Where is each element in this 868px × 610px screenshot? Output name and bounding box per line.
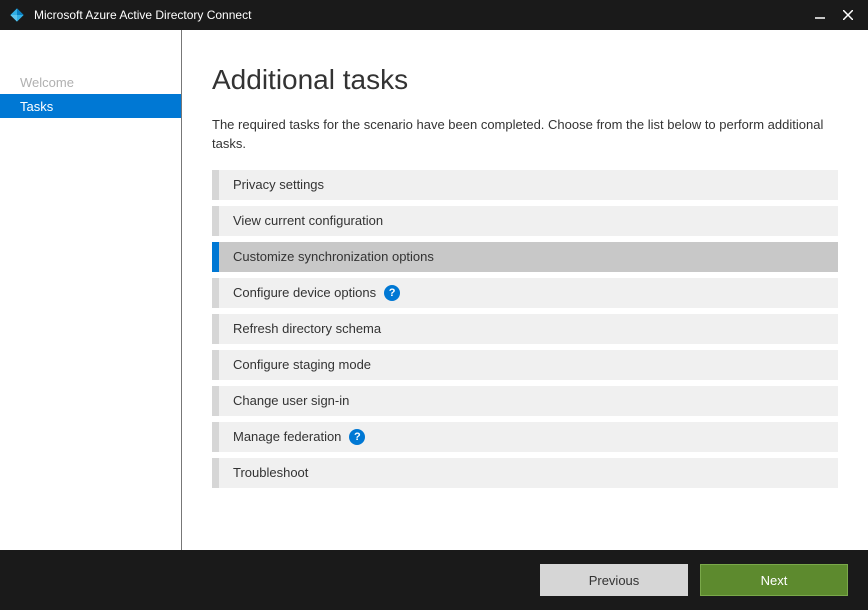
task-item[interactable]: Troubleshoot — [212, 458, 838, 488]
task-accent — [212, 278, 219, 308]
page-description: The required tasks for the scenario have… — [212, 116, 838, 154]
task-item[interactable]: Refresh directory schema — [212, 314, 838, 344]
task-accent — [212, 386, 219, 416]
close-button[interactable] — [834, 0, 862, 30]
page-title: Additional tasks — [212, 64, 838, 96]
task-label: Privacy settings — [233, 177, 324, 192]
task-accent — [212, 458, 219, 488]
titlebar: Microsoft Azure Active Directory Connect — [0, 0, 868, 30]
task-label: Configure staging mode — [233, 357, 371, 372]
app-window: Microsoft Azure Active Directory Connect… — [0, 0, 868, 610]
wizard-sidebar: Welcome Tasks — [0, 30, 182, 550]
help-icon[interactable]: ? — [384, 285, 400, 301]
task-label: Refresh directory schema — [233, 321, 381, 336]
task-item[interactable]: Change user sign-in — [212, 386, 838, 416]
task-item[interactable]: Manage federation? — [212, 422, 838, 452]
task-label: Customize synchronization options — [233, 249, 434, 264]
sidebar-item-label: Welcome — [20, 75, 74, 90]
task-item[interactable]: Configure staging mode — [212, 350, 838, 380]
window-title: Microsoft Azure Active Directory Connect — [34, 8, 806, 22]
task-item[interactable]: Configure device options? — [212, 278, 838, 308]
task-label: Manage federation — [233, 429, 341, 444]
sidebar-item-tasks[interactable]: Tasks — [0, 94, 181, 118]
wizard-footer: Previous Next — [0, 550, 868, 610]
azure-logo-icon — [8, 6, 26, 24]
task-label: Change user sign-in — [233, 393, 349, 408]
task-accent — [212, 170, 219, 200]
task-item[interactable]: View current configuration — [212, 206, 838, 236]
previous-button[interactable]: Previous — [540, 564, 688, 596]
task-list: Privacy settings View current configurati… — [212, 170, 838, 488]
main-panel: Additional tasks The required tasks for … — [182, 30, 868, 550]
task-accent — [212, 314, 219, 344]
task-accent — [212, 350, 219, 380]
help-icon[interactable]: ? — [349, 429, 365, 445]
next-button[interactable]: Next — [700, 564, 848, 596]
task-accent — [212, 206, 219, 236]
task-accent — [212, 422, 219, 452]
task-label: View current configuration — [233, 213, 383, 228]
task-label: Configure device options — [233, 285, 376, 300]
task-item[interactable]: Privacy settings — [212, 170, 838, 200]
minimize-button[interactable] — [806, 0, 834, 30]
task-item[interactable]: Customize synchronization options — [212, 242, 838, 272]
task-accent — [212, 242, 219, 272]
task-label: Troubleshoot — [233, 465, 308, 480]
content-body: Welcome Tasks Additional tasks The requir… — [0, 30, 868, 550]
sidebar-item-welcome[interactable]: Welcome — [0, 70, 181, 94]
sidebar-item-label: Tasks — [20, 99, 53, 114]
